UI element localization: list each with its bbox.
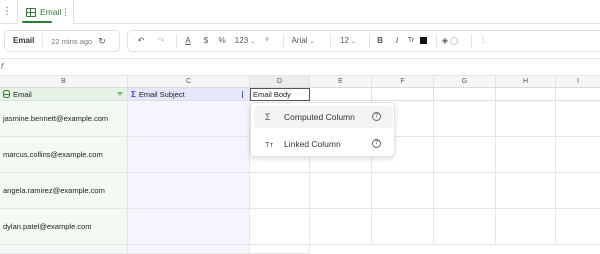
subject-cell[interactable] (128, 245, 250, 254)
column-header-g[interactable]: G (434, 76, 496, 88)
column-type-menu: Σ Computed Column ? Tт Linked Column ? (250, 102, 395, 157)
table-icon (26, 7, 36, 17)
menu-item-label: Linked Column (284, 139, 341, 149)
active-tab-indicator (22, 21, 52, 23)
filter-icon[interactable] (117, 92, 123, 96)
field-header-subject[interactable]: Σ Email Subject (128, 88, 250, 101)
sheet-tab-bar: ⋮ Email ⋮ (0, 0, 600, 24)
field-header-subject-label: Email Subject (138, 90, 185, 99)
column-settings-icon[interactable]: ⫶ (472, 34, 494, 48)
undo-icon[interactable]: ↶ (128, 34, 154, 48)
text-type-icon: Tт (265, 139, 274, 149)
field-header-body[interactable]: Email Body (250, 88, 310, 101)
clear-format-icon[interactable]: A (177, 34, 199, 48)
number-format-label: 123 (234, 36, 249, 45)
field-header-empty[interactable] (556, 88, 600, 101)
menu-item-linked-column[interactable]: Tт Linked Column ? (254, 133, 393, 155)
subject-cell[interactable] (128, 173, 250, 209)
column-header-f[interactable]: F (372, 76, 434, 88)
menu-item-label: Computed Column (284, 112, 355, 122)
chevron-down-icon: ⌄ (350, 39, 356, 45)
field-header-empty[interactable] (372, 88, 434, 101)
sigma-icon: Σ (131, 90, 136, 99)
redo-icon[interactable]: ↷ (154, 34, 168, 48)
table-cell[interactable] (434, 137, 496, 173)
body-cell[interactable] (250, 173, 310, 209)
field-header-empty[interactable] (310, 88, 372, 101)
chevron-down-icon: ⌄ (309, 39, 315, 45)
text-color-button[interactable] (418, 34, 428, 48)
decimal-icon[interactable]: ⁰ (259, 34, 275, 48)
body-cell[interactable] (250, 209, 310, 245)
table-cell[interactable] (434, 209, 496, 245)
subject-cell[interactable] (128, 137, 250, 173)
table-cell[interactable] (434, 173, 496, 209)
column-resize-handle[interactable] (242, 91, 243, 98)
bold-icon[interactable]: B (370, 34, 390, 48)
table-cell[interactable] (556, 209, 600, 245)
fill-color-swatch (450, 36, 459, 45)
table-cell[interactable] (556, 173, 600, 209)
font-family-label: Arial (291, 36, 308, 45)
column-header-i[interactable]: I (556, 76, 600, 88)
formula-icon: f (1, 62, 4, 71)
body-cell[interactable] (250, 245, 310, 254)
toolbar: Email 22 mins ago ↻ ↶ ↷ A $ % 123 ⌄ ⁰ Ari… (0, 24, 600, 58)
table-cell[interactable] (556, 137, 600, 173)
tab-kebab-icon[interactable]: ⋮ (61, 5, 70, 19)
sigma-icon: Σ (265, 112, 271, 122)
text-color-swatch (420, 37, 427, 45)
formatting-toolbar: ↶ ↷ A $ % 123 ⌄ ⁰ Arial ⌄ 12 ⌄ B I Tr ◈ ⫶ (127, 30, 600, 52)
email-cell[interactable]: dylan.patel@example.com (0, 209, 128, 245)
sheet-info-group: Email 22 mins ago ↻ (4, 30, 120, 52)
column-header-c[interactable]: C (128, 76, 250, 88)
table-cell[interactable] (434, 101, 496, 137)
table-cell[interactable] (496, 137, 556, 173)
email-cell[interactable]: angela.ramirez@example.com (0, 173, 128, 209)
field-header-empty[interactable] (434, 88, 496, 101)
table-cell[interactable] (556, 101, 600, 137)
help-icon[interactable]: ? (372, 112, 381, 121)
font-size-label: 12 (340, 36, 349, 45)
sheet-name[interactable]: Email (5, 34, 44, 48)
refresh-icon[interactable]: ↻ (98, 36, 106, 47)
column-header-h[interactable]: H (496, 76, 556, 88)
percent-icon[interactable]: % (213, 34, 231, 48)
column-header-e[interactable]: E (310, 76, 372, 88)
table-cell[interactable] (372, 173, 434, 209)
number-format-dropdown[interactable]: 123 ⌄ (231, 34, 259, 48)
table-cell[interactable] (496, 101, 556, 137)
column-header-b[interactable]: B (0, 76, 128, 88)
table-cell[interactable] (310, 209, 372, 245)
subject-cell[interactable] (128, 209, 250, 245)
email-cell[interactable]: jasmine.bennett@example.com (0, 101, 128, 137)
field-header-empty[interactable] (496, 88, 556, 101)
paint-bucket-icon: ◈ (441, 36, 449, 45)
italic-icon[interactable]: I (390, 34, 404, 48)
currency-icon[interactable]: $ (199, 34, 213, 48)
sheet-tab-label: Email (40, 7, 62, 17)
field-header-email[interactable]: Email (0, 88, 128, 101)
field-header-body-label: Email Body (253, 90, 291, 99)
help-icon[interactable]: ? (372, 139, 381, 148)
formula-bar[interactable]: f (0, 58, 600, 76)
table-cell[interactable] (496, 173, 556, 209)
font-size-dropdown[interactable]: 12 ⌄ (331, 34, 365, 48)
table-cell[interactable] (310, 173, 372, 209)
table-cell[interactable] (496, 209, 556, 245)
email-cell[interactable] (0, 245, 128, 254)
table-cell[interactable] (372, 209, 434, 245)
fill-color-button[interactable]: ◈ (437, 34, 463, 48)
subject-cell[interactable] (128, 101, 250, 137)
tab-bar-kebab-icon[interactable]: ⋮ (2, 5, 12, 19)
last-saved-time: 22 mins ago (51, 36, 93, 46)
database-icon (3, 90, 10, 98)
font-family-dropdown[interactable]: Arial ⌄ (284, 34, 322, 48)
menu-item-computed-column[interactable]: Σ Computed Column ? (254, 106, 393, 128)
chevron-down-icon: ⌄ (250, 39, 256, 45)
text-type-icon[interactable]: Tr (404, 34, 418, 48)
email-cell[interactable]: marcus.collins@example.com (0, 137, 128, 173)
field-header-email-label: Email (13, 90, 32, 99)
column-header-d[interactable]: D (250, 76, 310, 88)
